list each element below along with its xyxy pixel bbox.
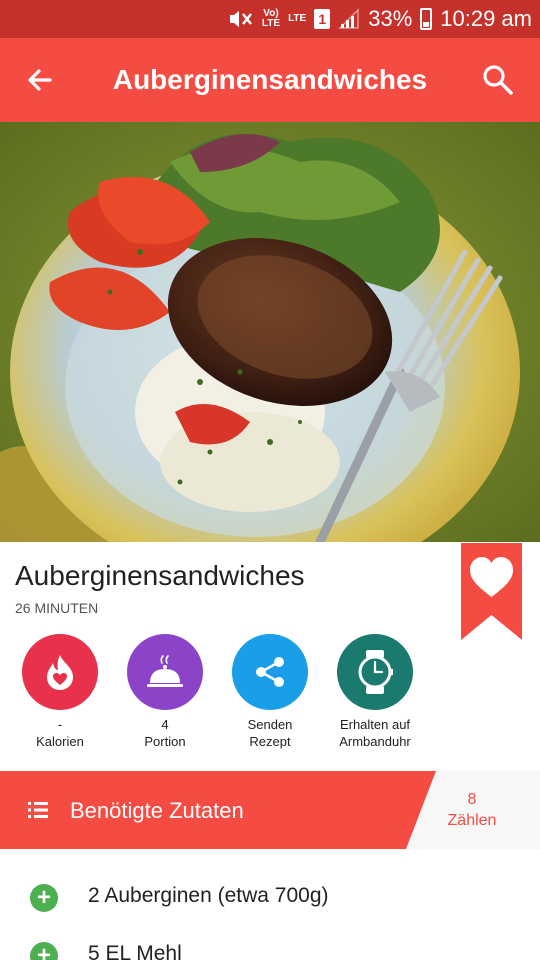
portion-label: Portion	[144, 734, 186, 749]
list-item[interactable]: + 5 EL Mehl	[0, 930, 540, 960]
battery-icon	[420, 8, 433, 30]
calories-action[interactable]: - Kalorien	[10, 634, 110, 750]
app-bar-title: Auberginensandwiches	[112, 64, 428, 95]
list-item[interactable]: + 2 Auberginen (etwa 700g)	[0, 872, 540, 922]
recipe-title: Auberginensandwiches	[15, 560, 305, 591]
ingredient-text: 2 Auberginen (etwa 700g)	[88, 884, 329, 907]
signal-icon	[338, 8, 359, 29]
recipe-time: 26 MINUTEN	[15, 600, 99, 616]
watch-label-2: Armbanduhr	[339, 734, 411, 749]
ingredients-count-number: 8	[467, 791, 477, 808]
watch-label-1: Erhalten auf	[339, 717, 411, 732]
ingredients-title: Benötigte Zutaten	[70, 798, 244, 823]
ingredients-count-label: Zählen	[447, 812, 497, 829]
volte-indicator: Vo) LTE	[261, 8, 281, 29]
send-recipe-action[interactable]: Senden Rezept	[220, 634, 320, 750]
mute-icon	[229, 11, 252, 27]
share-icon	[256, 657, 284, 687]
app-bar: Auberginensandwiches	[0, 38, 540, 122]
sim-icon: 1	[314, 9, 331, 29]
ingredient-text: 5 EL Mehl	[88, 942, 182, 960]
status-bar: Vo) LTE LTE 1 33% 10:29 am	[0, 0, 540, 38]
list-icon	[28, 802, 48, 818]
search-icon[interactable]	[478, 60, 518, 100]
status-icons: Vo) LTE LTE 1 33% 10:29 am	[226, 0, 532, 38]
lte-indicator: LTE	[288, 13, 307, 24]
portion-circle[interactable]	[127, 634, 203, 710]
recipe-actions: - Kalorien 4 Portion Senden Rezept Erhal…	[0, 634, 540, 764]
calories-label: Kalorien	[36, 734, 84, 749]
add-icon[interactable]: +	[30, 884, 58, 912]
watch-action[interactable]: Erhalten auf Armbanduhr	[325, 634, 425, 750]
calories-circle[interactable]	[22, 634, 98, 710]
watch-circle[interactable]	[337, 634, 413, 710]
portion-value: 4	[161, 717, 169, 732]
recipe-label: Rezept	[249, 734, 291, 749]
share-circle[interactable]	[232, 634, 308, 710]
favorite-bookmark[interactable]	[461, 543, 522, 640]
ingredients-count[interactable]: 8 Zählen	[432, 789, 512, 831]
battery-percent: 33%	[368, 6, 413, 31]
portion-action[interactable]: 4 Portion	[115, 634, 215, 750]
ingredients-header[interactable]: Benötigte Zutaten 8 Zählen	[0, 771, 540, 849]
watch-icon	[358, 650, 393, 694]
flame-icon	[47, 655, 73, 690]
cloche-icon	[147, 655, 183, 687]
recipe-image	[0, 122, 540, 542]
calories-value: -	[57, 717, 63, 732]
send-label: Senden	[247, 717, 293, 732]
clock: 10:29 am	[440, 6, 532, 31]
add-icon[interactable]: +	[30, 942, 58, 960]
